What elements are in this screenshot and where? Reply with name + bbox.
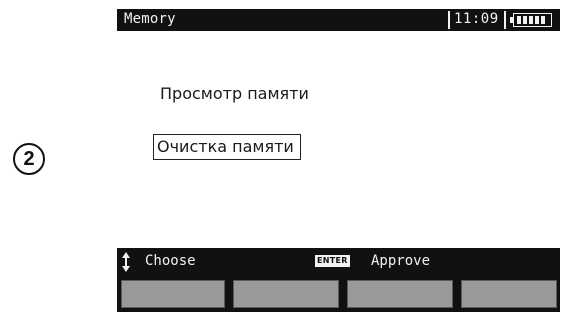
separator — [504, 11, 506, 29]
separator — [448, 11, 450, 29]
softkey-2[interactable] — [233, 280, 339, 308]
enter-key-badge: ENTER — [315, 255, 350, 267]
step-number-marker: 2 — [13, 143, 45, 175]
up-down-arrows-icon — [122, 252, 130, 272]
clock-time: 11:09 — [454, 11, 499, 27]
window-title: Memory — [124, 11, 176, 27]
device-screen: Memory 11:09 Просмотр памяти Очистка пам… — [117, 9, 560, 312]
softkey-4[interactable] — [461, 280, 557, 308]
manual-figure: 2 Memory 11:09 Просмотр памяти Очистка п… — [0, 0, 570, 312]
softkey-3[interactable] — [347, 280, 453, 308]
menu-item-clear-memory[interactable]: Очистка памяти — [153, 134, 301, 160]
battery-full-icon — [510, 13, 552, 27]
hint-bar: Choose ENTER Approve — [117, 248, 560, 276]
softkey-1[interactable] — [121, 280, 225, 308]
title-bar: Memory 11:09 — [117, 9, 560, 31]
approve-hint: Approve — [371, 253, 431, 269]
choose-hint: Choose — [145, 253, 196, 269]
menu-area: Просмотр памяти Очистка памяти — [117, 31, 560, 248]
menu-item-view-memory[interactable]: Просмотр памяти — [160, 84, 309, 103]
softkey-row — [117, 276, 560, 312]
